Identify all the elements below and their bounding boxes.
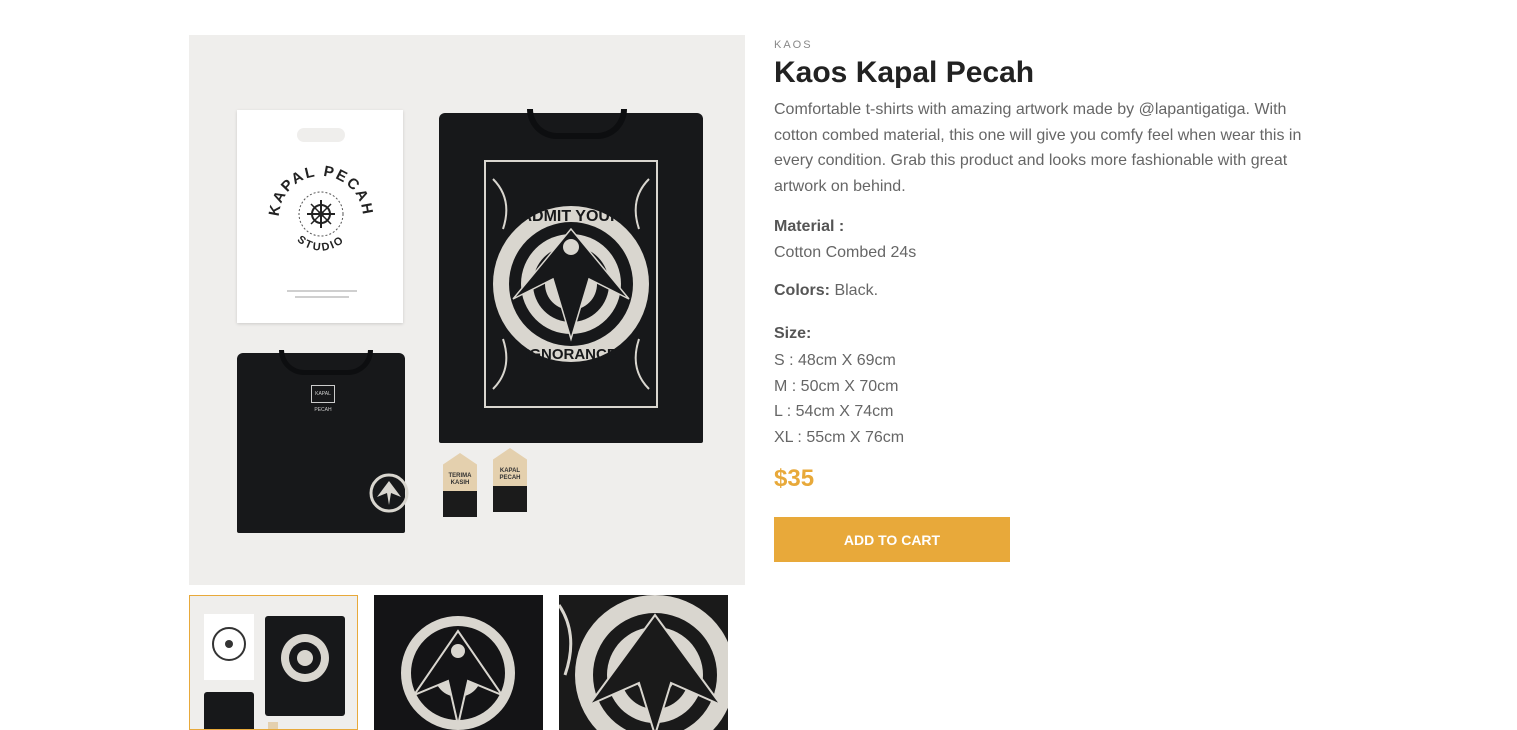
size-label: Size:: [774, 325, 812, 342]
bag-seal-subtext: STUDIO: [295, 233, 345, 253]
hang-tag: KAPAL PECAH: [493, 448, 527, 512]
hang-tag-print: [443, 491, 477, 517]
folded-shirt-front: KAPAL PECAH: [237, 350, 409, 533]
hang-tag: TERIMA KASIH: [443, 453, 477, 517]
hang-tag-text: KAPAL PECAH: [499, 468, 521, 481]
kapal-pecah-seal-logo: KAPAL PECAH STUDIO: [266, 163, 374, 254]
thumbnail-emblem-image: [401, 616, 515, 730]
folded-shirt-back: ADMIT YOUR IGNORANCE: [439, 109, 703, 443]
bag-fine-print: [295, 296, 349, 298]
bag-handle: [297, 128, 345, 142]
shirt-collar: [527, 109, 627, 139]
shopping-bag-image: KAPAL PECAH STUDIO: [237, 110, 403, 323]
svg-text:STUDIO: STUDIO: [295, 233, 347, 253]
size-list: S : 48cm X 69cm M : 50cm X 70cm L : 54cm…: [774, 348, 904, 450]
thumbnail-artwork-image: [559, 595, 728, 730]
colors-value: Black.: [830, 282, 879, 299]
add-to-cart-button[interactable]: ADD TO CART: [774, 517, 1010, 562]
thumbnail-flatlay[interactable]: [189, 595, 358, 730]
main-product-image[interactable]: KAPAL PECAH STUDIO ADMIT YOUR IGNORANCE …: [189, 35, 745, 585]
shirt-collar: [279, 350, 373, 375]
product-price: $35: [774, 465, 815, 492]
shirt-neck-label: KAPAL PECAH: [311, 385, 335, 413]
size-item-xl: XL : 55cm X 76cm: [774, 428, 905, 446]
size-item-m: M : 50cm X 70cm: [774, 377, 899, 395]
artwork-text-top: ADMIT YOUR: [520, 208, 621, 225]
admit-your-ignorance-artwork: ADMIT YOUR IGNORANCE: [484, 160, 658, 408]
hang-tag-text: TERIMA KASIH: [448, 473, 472, 486]
artwork-text-bottom: IGNORANCE: [525, 346, 617, 363]
material-label: Material :: [774, 218, 845, 235]
thumbnail-emblem[interactable]: [374, 595, 543, 730]
thumbnail-flatlay-image: [204, 614, 345, 729]
hang-tag-print: [493, 486, 527, 512]
colors-line: Colors: Black.: [774, 282, 878, 300]
product-category[interactable]: KAOS: [774, 39, 813, 51]
size-item-l: L : 54cm X 74cm: [774, 403, 894, 420]
product-description: Comfortable t-shirts with amazing artwor…: [774, 101, 1302, 195]
bag-fine-print: [287, 290, 357, 292]
size-item-s: S : 48cm X 69cm: [774, 352, 896, 369]
product-title: Kaos Kapal Pecah: [774, 56, 1035, 89]
thumbnail-artwork[interactable]: [559, 595, 728, 730]
colors-label: Colors:: [774, 282, 830, 299]
shirt-emblem: [369, 473, 409, 513]
material-value: Cotton Combed 24s: [774, 244, 917, 261]
